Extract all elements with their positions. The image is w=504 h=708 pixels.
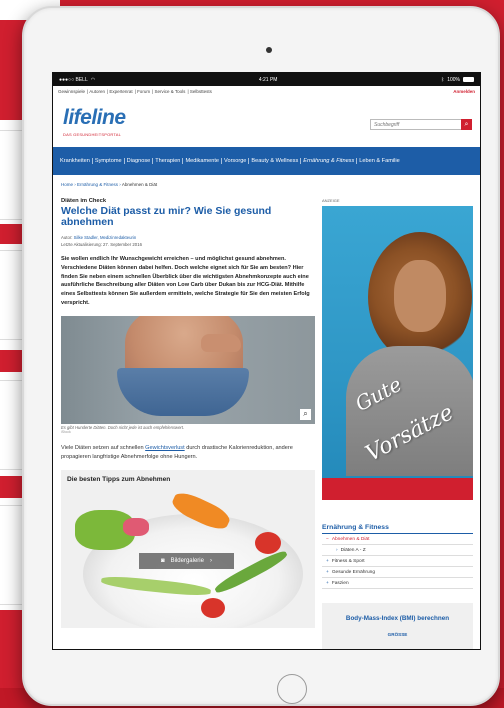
author-label: Autor: bbox=[61, 235, 73, 240]
battery-icon bbox=[462, 77, 474, 82]
search-icon[interactable]: ⌕ bbox=[461, 119, 472, 130]
section-nav-label: Faszien bbox=[331, 580, 349, 586]
nav-item-therapien[interactable]: Therapien bbox=[153, 158, 184, 164]
article-kicker: Diäten im Check bbox=[61, 198, 107, 204]
topnav-link-expertenrat[interactable]: Expertenrat bbox=[109, 89, 132, 94]
home-button[interactable] bbox=[277, 674, 307, 704]
topnav-link-service-tools[interactable]: Service & Tools bbox=[155, 89, 186, 94]
breadcrumb-section[interactable]: Ernährung & Fitness bbox=[77, 182, 118, 187]
advertisement-banner[interactable]: Gute Vorsätze bbox=[322, 206, 473, 500]
breadcrumb-home[interactable]: Home bbox=[61, 182, 73, 187]
image-radish bbox=[123, 518, 149, 537]
ad-red-band bbox=[322, 478, 473, 500]
ad-label: ANZEIGE bbox=[322, 198, 340, 203]
updated-date: Letzte Aktualisierung: 27. September 201… bbox=[61, 241, 142, 247]
expand-icon: + bbox=[326, 558, 329, 564]
breadcrumb-current: Abnehmen & Diät bbox=[121, 182, 158, 187]
site-tagline: DAS GESUNDHEITSPORTAL bbox=[63, 132, 122, 137]
nav-item-medikamente[interactable]: Medikamente bbox=[183, 158, 223, 164]
image-credit: iStock bbox=[61, 429, 71, 434]
sidebar: ANZEIGE Gute Vorsätze Ernährung & Fitnes… bbox=[322, 194, 473, 649]
bluetooth-icon: ᛒ bbox=[441, 76, 445, 83]
topnav-link-autoren[interactable]: Autoren bbox=[89, 89, 105, 94]
topnav-link-gewinnspiele[interactable]: Gewinnspiele bbox=[58, 89, 85, 94]
article-column: Diäten im Check Welche Diät passt zu mir… bbox=[61, 194, 315, 649]
nav-item-krankheiten[interactable]: Krankheiten bbox=[58, 158, 93, 164]
section-nav-item-faszien[interactable]: + Faszien bbox=[322, 578, 473, 589]
chevron-right-icon: › bbox=[336, 547, 338, 553]
image-hand bbox=[201, 333, 241, 352]
section-nav-label: Diäten A - Z bbox=[340, 547, 366, 553]
section-nav-label: Fitness & Sport bbox=[331, 558, 365, 564]
bmi-calculator-box: Body-Mass-Index (BMI) berechnen GRÖSSE bbox=[322, 603, 473, 649]
nav-item-diagnose[interactable]: Diagnose bbox=[125, 158, 154, 164]
status-bar: ●●●○○ BELL ◠ 4:21 PM ᛒ 100% bbox=[53, 73, 480, 86]
wifi-icon: ◠ bbox=[90, 76, 96, 83]
section-navigation: Ernährung & Fitness − Abnehmen & Diät › Di… bbox=[322, 524, 473, 589]
chevron-right-icon: › bbox=[209, 558, 212, 565]
breadcrumb: Home › Ernährung & Fitness › Abnehmen & … bbox=[61, 182, 158, 187]
gallery-button[interactable]: ◙ Bildergalerie › bbox=[139, 553, 234, 570]
site-logo[interactable]: lifeline bbox=[63, 106, 126, 130]
collapse-icon: − bbox=[326, 536, 329, 542]
article-meta: Autor: Silke Stadler, Medizinredakteurin… bbox=[61, 235, 313, 248]
main-navigation: Krankheiten Symptome Diagnose Therapien … bbox=[53, 147, 480, 175]
tips-title: Die besten Tipps zum Abnehmen bbox=[67, 476, 171, 484]
gallery-label: Bildergalerie bbox=[170, 558, 204, 565]
expand-icon: + bbox=[326, 580, 329, 586]
nav-item-symptome[interactable]: Symptome bbox=[93, 158, 125, 164]
article-hero-image[interactable]: ⌕ bbox=[61, 315, 315, 424]
nav-item-beauty-wellness[interactable]: Beauty & Wellness bbox=[249, 158, 302, 164]
nav-item-vorsorge[interactable]: Vorsorge bbox=[222, 158, 250, 164]
section-nav-label: Abnehmen & Diät bbox=[331, 536, 370, 542]
expand-icon: + bbox=[326, 569, 329, 575]
article-intro: Sie wollen endlich Ihr Wunschgewicht err… bbox=[61, 256, 310, 306]
tips-gallery-box: Die besten Tipps zum Abnehmen ◙ Bilderga… bbox=[61, 470, 315, 629]
brand-header: lifeline DAS GESUNDHEITSPORTAL ⌕ bbox=[53, 97, 480, 147]
ad-image-face bbox=[394, 260, 446, 332]
section-nav-title[interactable]: Ernährung & Fitness bbox=[322, 524, 473, 534]
nav-item-ernaehrung-fitness[interactable]: Ernährung & Fitness bbox=[301, 158, 358, 164]
tablet-screen: ●●●○○ BELL ◠ 4:21 PM ᛒ 100% Gewinnspiele… bbox=[52, 72, 481, 650]
section-nav-item-fitness[interactable]: + Fitness & Sport bbox=[322, 556, 473, 567]
search-box: ⌕ bbox=[370, 119, 472, 130]
topnav-link-forum[interactable]: Forum bbox=[137, 89, 150, 94]
zoom-icon[interactable]: ⌕ bbox=[300, 408, 311, 420]
clock: 4:21 PM bbox=[258, 76, 278, 83]
login-link[interactable]: Anmelden bbox=[453, 89, 475, 94]
search-input[interactable] bbox=[371, 120, 461, 129]
section-nav-item-ernaehrung[interactable]: + Gesunde Ernährung bbox=[322, 567, 473, 578]
weight-loss-link[interactable]: Gewichtsverlust bbox=[145, 445, 184, 451]
section-nav-item-abnehmen[interactable]: − Abnehmen & Diät bbox=[322, 534, 473, 545]
image-briefs bbox=[117, 367, 249, 416]
topnav-link-selbsttests[interactable]: Selbsttests bbox=[190, 89, 212, 94]
top-navigation: Gewinnspiele | Autoren | Expertenrat | Foru… bbox=[58, 89, 475, 94]
camera-icon: ◙ bbox=[161, 558, 165, 565]
nav-item-leben-familie[interactable]: Leben & Familie bbox=[357, 158, 401, 164]
battery-percent: 100% bbox=[447, 76, 460, 83]
article-headline: Welche Diät passt zu mir? Wie Sie gesund… bbox=[61, 205, 272, 228]
bmi-title[interactable]: Body-Mass-Index (BMI) berechnen bbox=[322, 615, 473, 622]
article-paragraph: Viele Diäten setzen auf schnellen Gewich… bbox=[61, 444, 313, 462]
paragraph-text-start: Viele Diäten setzen auf schnellen bbox=[61, 444, 146, 451]
carrier-label: ●●●○○ BELL bbox=[59, 76, 88, 83]
camera-icon bbox=[266, 47, 272, 53]
section-nav-item-diaeten[interactable]: › Diäten A - Z bbox=[322, 545, 473, 556]
author-link[interactable]: Silke Stadler, Medizinredakteurin bbox=[74, 235, 137, 240]
bmi-height-label: GRÖSSE bbox=[387, 632, 408, 637]
section-nav-label: Gesunde Ernährung bbox=[331, 569, 376, 575]
